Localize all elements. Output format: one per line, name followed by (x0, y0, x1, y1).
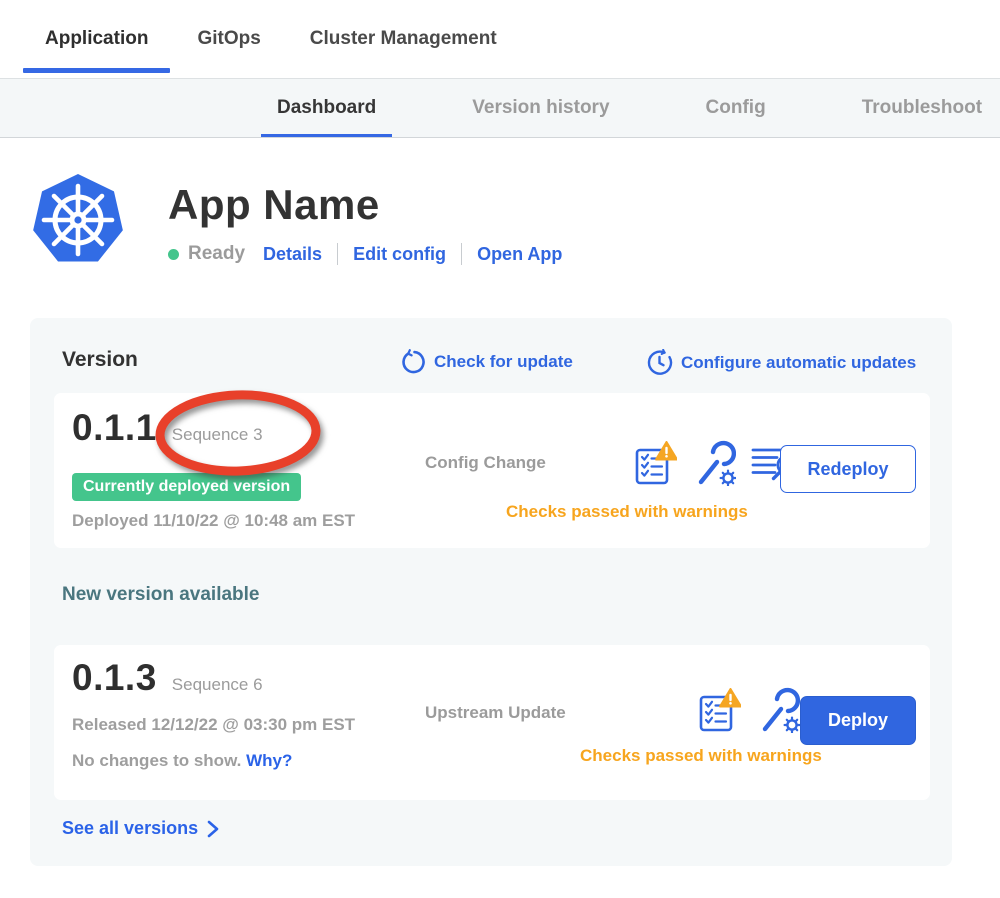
active-tab-underline (23, 68, 170, 73)
tab-dashboard-label: Dashboard (277, 97, 376, 119)
check-for-update-label: Check for update (434, 352, 573, 372)
new-version-actions (698, 687, 800, 733)
current-version-sequence: Sequence 3 (172, 425, 263, 445)
wrench-gear-icon[interactable] (756, 687, 800, 733)
deployed-timestamp: Deployed 11/10/22 @ 10:48 am EST (72, 511, 355, 531)
tab-troubleshoot-label: Troubleshoot (862, 97, 982, 119)
version-source-label: Config Change (425, 453, 546, 473)
new-version-sequence: Sequence 6 (172, 675, 263, 695)
details-link[interactable]: Details (263, 244, 322, 265)
current-version-row: 0.1.1 Sequence 3 (72, 407, 263, 449)
see-all-versions-link[interactable]: See all versions (62, 818, 219, 839)
no-changes-line: No changes to show. Why? (72, 751, 292, 771)
deploy-button[interactable]: Deploy (800, 696, 916, 745)
wrench-gear-icon[interactable] (692, 440, 736, 486)
status-dot-icon (168, 249, 179, 260)
status-badge: Ready (188, 243, 245, 265)
secondary-nav: Dashboard Version history Config Trouble… (0, 78, 1000, 138)
current-version-number: 0.1.1 (72, 407, 157, 449)
currently-deployed-badge: Currently deployed version (72, 473, 301, 501)
tab-version-history-label: Version history (472, 97, 609, 119)
app-dashboard-page: Application GitOps Cluster Management Da… (0, 0, 1000, 898)
app-status-row: Ready Details Edit config Open App (168, 243, 562, 265)
tab-application[interactable]: Application (23, 0, 170, 78)
tab-application-label: Application (45, 28, 148, 50)
configure-automatic-updates-label: Configure automatic updates (681, 353, 916, 373)
new-version-heading: New version available (62, 584, 260, 606)
page-title: App Name (168, 181, 380, 229)
tab-gitops[interactable]: GitOps (175, 0, 282, 78)
see-all-versions-label: See all versions (62, 818, 198, 839)
chevron-right-icon (207, 820, 219, 838)
preflight-result-text: Checks passed with warnings (506, 502, 748, 522)
tab-cluster-management[interactable]: Cluster Management (288, 0, 519, 78)
new-version-card: 0.1.3 Sequence 6 Released 12/12/22 @ 03:… (54, 645, 930, 800)
preflight-result-text: Checks passed with warnings (580, 746, 822, 766)
why-link[interactable]: Why? (246, 751, 292, 770)
version-panel: Version Check for update Configure autom… (30, 318, 952, 866)
current-version-actions (634, 440, 798, 486)
no-changes-text: No changes to show. (72, 751, 241, 770)
active-tab-underline (261, 134, 392, 138)
divider (337, 243, 338, 265)
open-app-link[interactable]: Open App (477, 244, 562, 265)
version-source-label: Upstream Update (425, 703, 566, 723)
divider (461, 243, 462, 265)
tab-troubleshoot[interactable]: Troubleshoot (846, 79, 998, 137)
new-version-number: 0.1.3 (72, 657, 157, 699)
edit-config-link[interactable]: Edit config (353, 244, 446, 265)
preflight-checks-icon[interactable] (698, 688, 741, 733)
check-for-update-link[interactable]: Check for update (400, 349, 573, 375)
tab-dashboard[interactable]: Dashboard (261, 79, 392, 137)
kubernetes-logo (30, 172, 126, 268)
version-panel-title: Version (62, 348, 138, 372)
tab-gitops-label: GitOps (197, 28, 260, 50)
clock-history-icon (646, 349, 673, 376)
primary-nav: Application GitOps Cluster Management (0, 0, 1000, 78)
configure-automatic-updates-link[interactable]: Configure automatic updates (646, 349, 916, 376)
tab-config-label: Config (706, 97, 766, 119)
tab-config[interactable]: Config (690, 79, 782, 137)
refresh-icon (400, 349, 426, 375)
new-version-row: 0.1.3 Sequence 6 (72, 657, 263, 699)
tab-cluster-management-label: Cluster Management (310, 28, 497, 50)
tab-version-history[interactable]: Version history (456, 79, 625, 137)
redeploy-button[interactable]: Redeploy (780, 445, 916, 493)
released-timestamp: Released 12/12/22 @ 03:30 pm EST (72, 715, 355, 735)
preflight-checks-icon[interactable] (634, 441, 677, 486)
current-version-card: 0.1.1 Sequence 3 Currently deployed vers… (54, 393, 930, 548)
